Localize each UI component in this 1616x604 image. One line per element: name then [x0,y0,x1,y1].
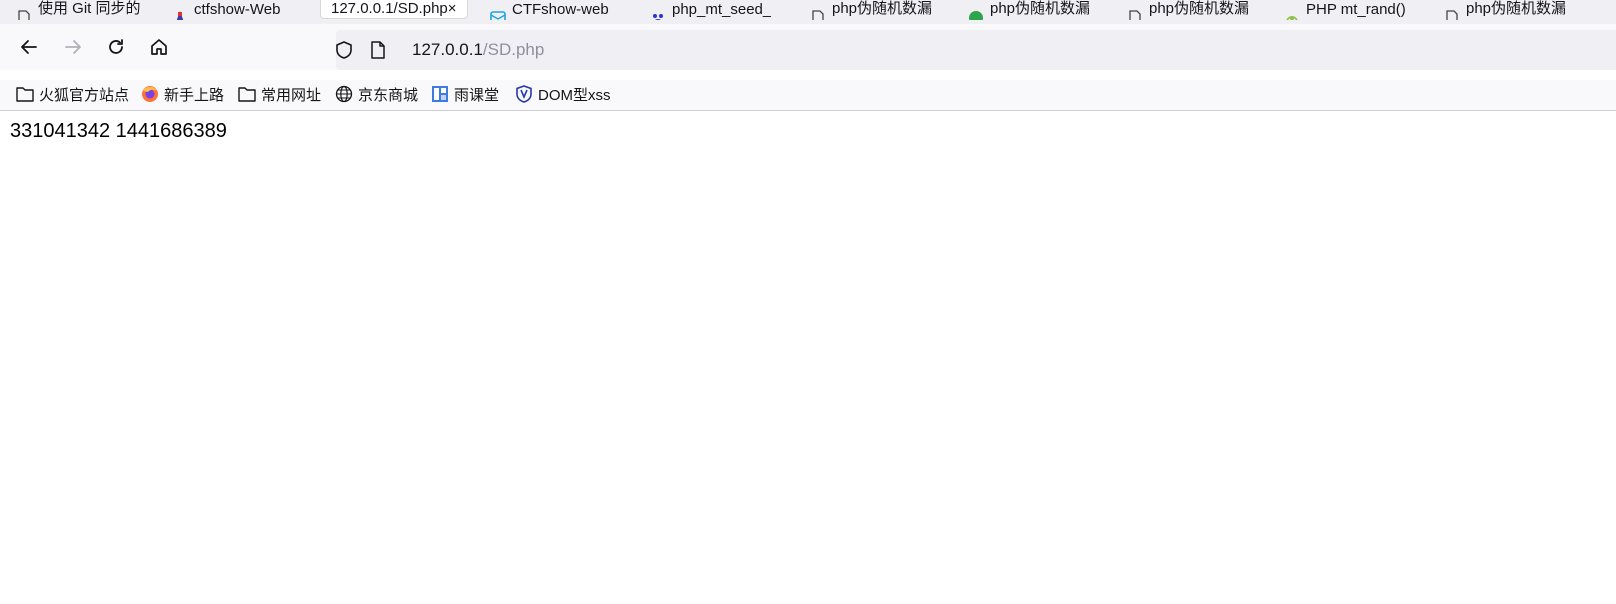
tab-php-mt-rand[interactable]: PHP mt_rand() [1284,0,1406,20]
tab-label: CTFshow-web [512,1,609,18]
bookmark-label: 常用网址 [261,86,322,104]
tab-php-mt-seed[interactable]: php_mt_seed_ [650,0,771,20]
page-icon [16,10,32,20]
url-bar[interactable]: 127.0.0.1/SD.php [336,30,1616,70]
bookmark-jd-mall[interactable]: 京东商城 [335,83,418,105]
shield-badge-icon [515,85,533,103]
tab-label: ctfshow-Web [194,1,281,18]
bookmark-label: 雨课堂 [454,86,500,104]
back-arrow-icon [21,40,37,54]
page-output-text: 331041342 1441686389 [10,120,227,142]
tab-label: php_mt_seed_ [672,1,772,18]
tab-git-sync[interactable]: 使用 Git 同步的 [16,0,141,20]
url-host: 127.0.0.1 [412,40,483,59]
bookmark-getting-started[interactable]: 新手上路 [141,83,224,105]
android-icon [1284,10,1300,20]
bookmark-yuketang[interactable]: 雨课堂 [431,83,499,105]
tab-label: 127.0.0.1/SD.php [331,0,448,17]
page-icon [810,10,826,20]
tab-label: php伪随机数漏 [832,0,933,17]
page-icon [1127,10,1143,20]
bookmark-label: DOM型xss [538,86,611,104]
back-button[interactable] [15,33,43,61]
bookmark-label: 新手上路 [164,86,225,104]
tab-label: PHP mt_rand() [1306,1,1406,18]
forward-arrow-icon [65,40,81,54]
tab-php-random-4[interactable]: php伪随机数漏 [1444,0,1566,20]
tab-php-random-2[interactable]: php伪随机数漏 [968,0,1090,20]
tab-label: 使用 Git 同步的 [38,0,141,17]
tab-label: php伪随机数漏 [990,0,1091,17]
url-path: /SD.php [482,40,545,59]
tab-strip: 使用 Git 同步的 ctfshow-Web 127.0.0.1/SD.php … [0,0,1616,24]
tab-label: php伪随机数漏 [1149,0,1250,17]
bookmarks-toolbar: 火狐官方站点 新手上路 常用网址 京东商城 雨课堂 DOM型xss [0,80,1616,111]
page-icon [1444,10,1460,20]
reload-icon [109,39,123,54]
green-circle-icon [968,10,984,20]
close-icon[interactable]: × [448,0,457,17]
ctfshow-icon [172,10,188,20]
forward-button[interactable] [59,33,87,61]
reload-button[interactable] [102,33,130,61]
folder-icon [238,85,256,103]
home-button[interactable] [145,33,173,61]
folder-icon [16,85,34,103]
tab-ctfshow-web[interactable]: ctfshow-Web [172,0,280,20]
tracking-protection-shield-icon[interactable] [334,40,354,60]
tab-php-random-1[interactable]: php伪随机数漏 [810,0,932,20]
page-content: 331041342 1441686389 [0,111,1616,604]
yuketang-icon [431,85,449,103]
tab-sd-php[interactable]: 127.0.0.1/SD.php × [320,0,468,19]
tab-php-random-3[interactable]: php伪随机数漏 [1127,0,1249,20]
url-text[interactable]: 127.0.0.1/SD.php [412,40,544,60]
home-icon [151,39,167,55]
bookmark-dom-xss[interactable]: DOM型xss [515,83,611,105]
baidu-icon [650,10,666,20]
globe-icon [335,85,353,103]
tab-ctfshow-web-2[interactable]: CTFshow-web [490,0,609,20]
bookmark-common-sites[interactable]: 常用网址 [238,83,321,105]
bookmark-firefox-official[interactable]: 火狐官方站点 [16,83,129,105]
bookmark-label: 火狐官方站点 [39,86,130,104]
page-info-icon[interactable] [368,40,388,60]
mail-icon [490,10,506,20]
bookmark-label: 京东商城 [358,86,419,104]
firefox-icon [141,85,159,103]
tab-label: php伪随机数漏 [1466,0,1567,17]
